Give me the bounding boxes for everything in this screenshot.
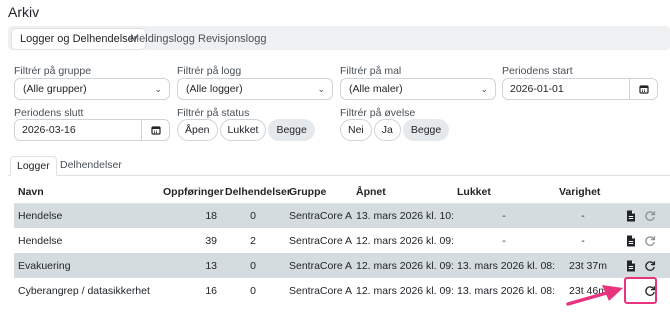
cell-opened: 12. mars 2026 kl. 09:19 xyxy=(356,234,453,247)
period-end-label: Periodens slutt xyxy=(14,107,84,119)
refresh-icon[interactable] xyxy=(642,233,658,249)
cell-duration: - xyxy=(581,234,585,247)
cell-actions xyxy=(611,228,670,253)
document-icon[interactable] xyxy=(623,258,639,274)
cell-name: Hendelse xyxy=(14,203,159,228)
cell-duration: 23t 37m xyxy=(555,253,611,278)
period-start-label: Periodens start xyxy=(502,65,573,77)
cell-actions xyxy=(611,203,670,228)
document-icon[interactable] xyxy=(623,208,639,224)
filter-template-value: (Alle maler) xyxy=(349,83,403,95)
exercise-yes-button[interactable]: Ja xyxy=(373,119,401,141)
filter-exercise-group: Nei Ja Begge xyxy=(340,119,450,141)
cell-subevents: 0 xyxy=(250,284,256,297)
filter-exercise-label: Filtrér på øvelse xyxy=(340,107,416,119)
exercise-no-button[interactable]: Nei xyxy=(340,119,372,141)
col-header-entries[interactable]: Oppføringer xyxy=(159,181,224,204)
col-header-actions xyxy=(611,181,670,204)
filter-status-group: Åpen Lukket Begge xyxy=(177,119,315,141)
tab-revisjonslogg[interactable]: Revisjonslogg xyxy=(190,29,274,49)
col-header-opened[interactable]: Åpnet xyxy=(352,181,453,204)
cell-opened: 13. mars 2026 kl. 10:13 xyxy=(352,203,453,228)
col-header-group[interactable]: Gruppe xyxy=(285,181,352,204)
page-title: Arkiv xyxy=(8,4,40,20)
period-start-value: 2026-01-01 xyxy=(510,83,564,95)
table-row[interactable]: Hendelse 39 2 SentraCore AS 12. mars 202… xyxy=(14,228,670,253)
filter-log-label: Filtrér på logg xyxy=(177,65,242,77)
cell-group: SentraCore AS xyxy=(285,203,352,228)
chevron-down-icon: ⌄ xyxy=(480,84,488,94)
cell-duration: - xyxy=(555,203,611,228)
calendar-icon[interactable] xyxy=(629,79,657,99)
cell-entries: 16 xyxy=(205,284,217,297)
filter-status-label: Filtrér på status xyxy=(177,107,250,119)
cell-closed: - xyxy=(453,203,555,228)
exercise-both-button[interactable]: Begge xyxy=(402,119,450,141)
annotation-arrow-icon xyxy=(566,285,623,306)
cell-group: SentraCore AS xyxy=(289,234,352,247)
cell-group: SentraCore AS xyxy=(285,253,352,278)
cell-name: Evakuering xyxy=(14,253,159,278)
filter-log-select[interactable]: (Alle logger) ⌄ xyxy=(177,78,333,100)
filter-template-select[interactable]: (Alle maler) ⌄ xyxy=(340,78,496,100)
cell-subevents: 0 xyxy=(221,253,285,278)
cell-name: Cyberangrep / datasikkerhet xyxy=(18,284,150,297)
refresh-icon[interactable] xyxy=(642,258,658,274)
highlight-box xyxy=(624,277,657,304)
cell-actions xyxy=(611,253,670,278)
filter-group-label: Filtrér på gruppe xyxy=(14,65,92,77)
bottom-tab-bar: Logger Delhendelser xyxy=(8,154,670,176)
col-header-duration[interactable]: Varighet xyxy=(555,181,611,204)
filter-log-value: (Alle logger) xyxy=(186,83,243,95)
cell-subevents: 0 xyxy=(221,203,285,228)
cell-closed: - xyxy=(502,234,506,247)
top-tab-bar: Logger og Delhendelser Meldingslogg Revi… xyxy=(8,26,670,50)
cell-subevents: 2 xyxy=(250,234,256,247)
status-closed-button[interactable]: Lukket xyxy=(219,119,267,141)
cell-name: Hendelse xyxy=(18,234,63,247)
tab-logger[interactable]: Logger xyxy=(10,156,57,176)
period-end-input[interactable]: 2026-03-16 xyxy=(14,119,170,141)
filter-group-select[interactable]: (Alle grupper) ⌄ xyxy=(14,78,170,100)
document-icon[interactable] xyxy=(623,233,639,249)
cell-group: SentraCore AS xyxy=(289,284,352,297)
col-header-subevents[interactable]: Delhendelser xyxy=(221,181,291,204)
filter-group-value: (Alle grupper) xyxy=(23,83,87,95)
filter-template-label: Filtrér på mal xyxy=(340,65,402,77)
period-start-input[interactable]: 2026-01-01 xyxy=(502,78,658,100)
table-row[interactable]: Hendelse 18 0 SentraCore AS 13. mars 202… xyxy=(14,203,670,228)
table-row[interactable]: Evakuering 13 0 SentraCore AS 12. mars 2… xyxy=(14,253,670,278)
cell-entries: 18 xyxy=(159,203,221,228)
cell-opened: 12. mars 2026 kl. 09:19 xyxy=(352,253,453,278)
tab-delhendelser[interactable]: Delhendelser xyxy=(54,156,128,176)
refresh-icon[interactable] xyxy=(642,208,658,224)
cell-closed: 13. mars 2026 kl. 08:57 xyxy=(453,253,555,278)
chevron-down-icon: ⌄ xyxy=(317,84,325,94)
table-header-row: Navn Oppføringer Delhendelser Gruppe Åpn… xyxy=(14,181,670,204)
col-header-closed[interactable]: Lukket xyxy=(453,181,555,204)
status-open-button[interactable]: Åpen xyxy=(177,119,218,141)
cell-entries: 13 xyxy=(159,253,221,278)
calendar-icon[interactable] xyxy=(141,120,169,140)
status-both-button[interactable]: Begge xyxy=(268,119,315,141)
col-header-name[interactable]: Navn xyxy=(14,181,159,204)
period-end-value: 2026-03-16 xyxy=(22,124,76,136)
chevron-down-icon: ⌄ xyxy=(154,84,162,94)
cell-opened: 12. mars 2026 kl. 09:10 xyxy=(356,284,453,297)
cell-entries: 39 xyxy=(205,234,217,247)
cell-closed: 13. mars 2026 kl. 08:57 xyxy=(457,284,555,297)
